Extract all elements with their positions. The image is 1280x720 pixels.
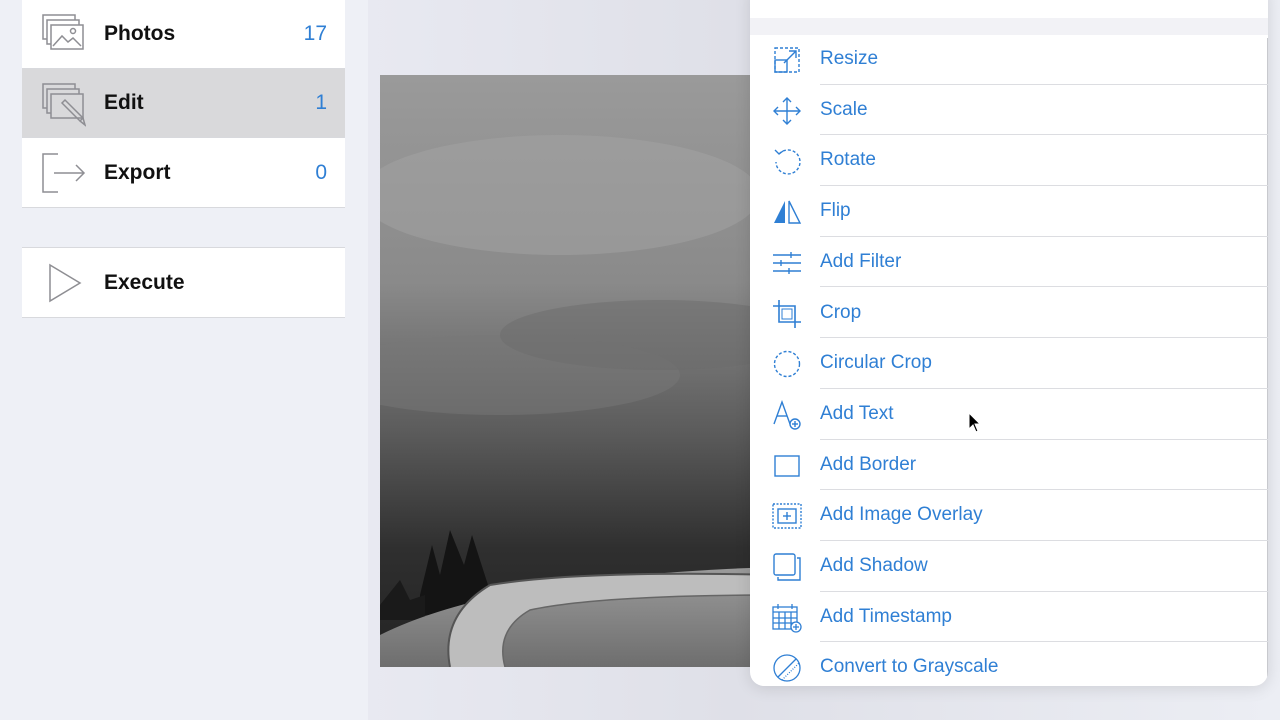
edit-count: 1 — [315, 91, 327, 114]
scale-icon — [773, 96, 801, 125]
menu-item-scale[interactable]: Scale — [750, 85, 1268, 136]
photos-count: 17 — [303, 22, 327, 45]
sidebar-item-edit[interactable]: Edit 1 — [22, 69, 345, 138]
execute-group: Execute — [22, 247, 345, 318]
add-text-icon — [773, 399, 801, 430]
menu-item-label: Crop — [820, 301, 862, 323]
menu-item-add-text[interactable]: Add Text — [750, 389, 1268, 440]
menu-item-label: Add Border — [820, 453, 917, 475]
rotate-icon — [774, 149, 801, 176]
menu-item-add-timestamp[interactable]: Add Timestamp — [750, 592, 1268, 643]
menu-item-rotate[interactable]: Rotate — [750, 135, 1268, 187]
sidebar-item-export[interactable]: Export 0 — [22, 138, 345, 207]
filter-sliders-icon — [773, 251, 801, 274]
menu-item-convert-to-grayscale[interactable]: Convert to Grayscale — [750, 642, 1268, 686]
sidebar-item-photos[interactable]: Photos 17 — [22, 0, 345, 69]
execute-label: Execute — [104, 270, 185, 294]
circular-crop-icon — [773, 350, 801, 378]
shadow-icon — [773, 553, 801, 581]
menu-item-label: Add Timestamp — [820, 605, 952, 627]
edit-icon — [42, 83, 86, 127]
image-overlay-icon — [772, 503, 802, 529]
menu-item-label: Flip — [820, 200, 851, 222]
workflow-steps-group: Photos 17 Edit 1 Export 0 — [22, 0, 345, 208]
border-icon — [774, 454, 800, 477]
mouse-cursor-icon — [968, 412, 982, 433]
sidebar-item-label: Export — [104, 160, 171, 184]
photo-preview — [380, 75, 780, 667]
menu-item-label: Convert to Grayscale — [820, 656, 999, 678]
menu-item-resize[interactable]: Resize — [750, 34, 1268, 85]
sidebar: Photos 17 Edit 1 Export 0 Execute — [0, 0, 369, 720]
menu-item-add-filter[interactable]: Add Filter — [750, 237, 1268, 288]
menu-item-crop[interactable]: Crop — [750, 288, 1268, 339]
menu-item-add-shadow[interactable]: Add Shadow — [750, 541, 1268, 592]
crop-icon — [773, 299, 801, 328]
menu-item-label: Add Shadow — [820, 555, 928, 576]
flip-icon — [774, 200, 802, 224]
menu-item-label: Resize — [820, 48, 879, 69]
grayscale-icon — [773, 654, 801, 683]
edit-action-menu: Resize Scale Rotate Flip Add Filter Crop… — [750, 0, 1268, 686]
export-icon — [42, 153, 86, 193]
menu-item-label: Add Filter — [820, 250, 902, 272]
resize-icon — [774, 47, 800, 73]
menu-item-add-border[interactable]: Add Border — [750, 440, 1268, 491]
play-icon — [49, 263, 82, 303]
menu-header — [750, 0, 1268, 19]
menu-item-add-image-overlay[interactable]: Add Image Overlay — [750, 490, 1268, 541]
sidebar-item-label: Edit — [104, 91, 144, 114]
menu-section-separator — [750, 18, 1268, 35]
sidebar-item-label: Photos — [104, 22, 176, 45]
export-count: 0 — [315, 160, 327, 184]
execute-button[interactable]: Execute — [22, 248, 345, 317]
menu-item-label: Add Image Overlay — [820, 504, 983, 526]
timestamp-calendar-icon — [772, 603, 802, 633]
menu-item-label: Add Text — [820, 402, 894, 424]
menu-item-flip[interactable]: Flip — [750, 186, 1268, 237]
menu-item-label: Scale — [820, 98, 868, 120]
menu-item-circular-crop[interactable]: Circular Crop — [750, 338, 1268, 389]
photos-icon — [42, 14, 84, 50]
menu-item-label: Rotate — [820, 149, 876, 171]
menu-item-label: Circular Crop — [820, 352, 932, 374]
